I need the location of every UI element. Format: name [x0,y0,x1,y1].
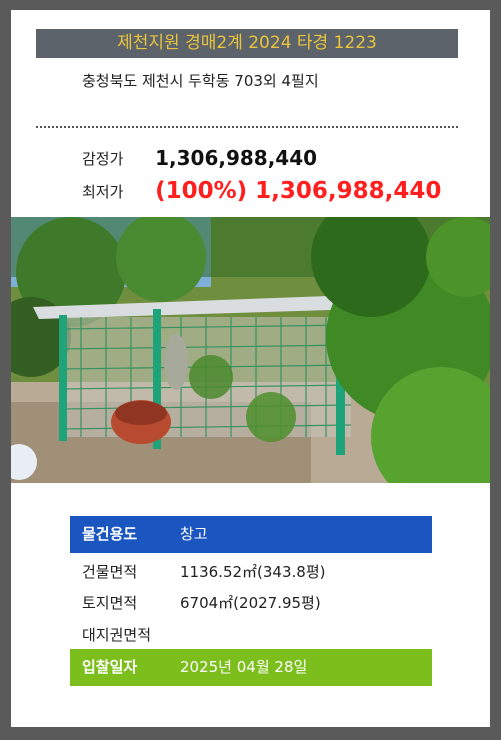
minimum-value: (100%) 1,306,988,440 [155,178,442,204]
usage-label: 물건용도 [82,525,138,543]
case-title: 제천지원 경매2계 2024 타경 1223 [36,29,458,58]
usage-value: 창고 [180,525,208,543]
appraisal-label: 감정가 [82,149,124,168]
bid-date-row: 입찰일자 2025년 04월 28일 [70,649,432,686]
bid-date-value: 2025년 04월 28일 [180,658,308,676]
usage-row: 물건용도 창고 [70,516,432,553]
appraisal-value: 1,306,988,440 [155,146,318,170]
appraisal-price-row: 감정가 1,306,988,440 [82,146,317,170]
minimum-label: 최저가 [82,182,124,201]
bid-date-label: 입찰일자 [82,658,138,676]
minimum-price-row: 최저가 (100%) 1,306,988,440 [82,178,441,204]
dotted-divider [36,126,458,128]
property-photo [11,217,490,483]
auction-listing-card: 제천지원 경매2계 2024 타경 1223 충청북도 제천시 두학동 703외… [11,10,490,727]
property-address: 충청북도 제천시 두학동 703외 4필지 [82,72,319,90]
